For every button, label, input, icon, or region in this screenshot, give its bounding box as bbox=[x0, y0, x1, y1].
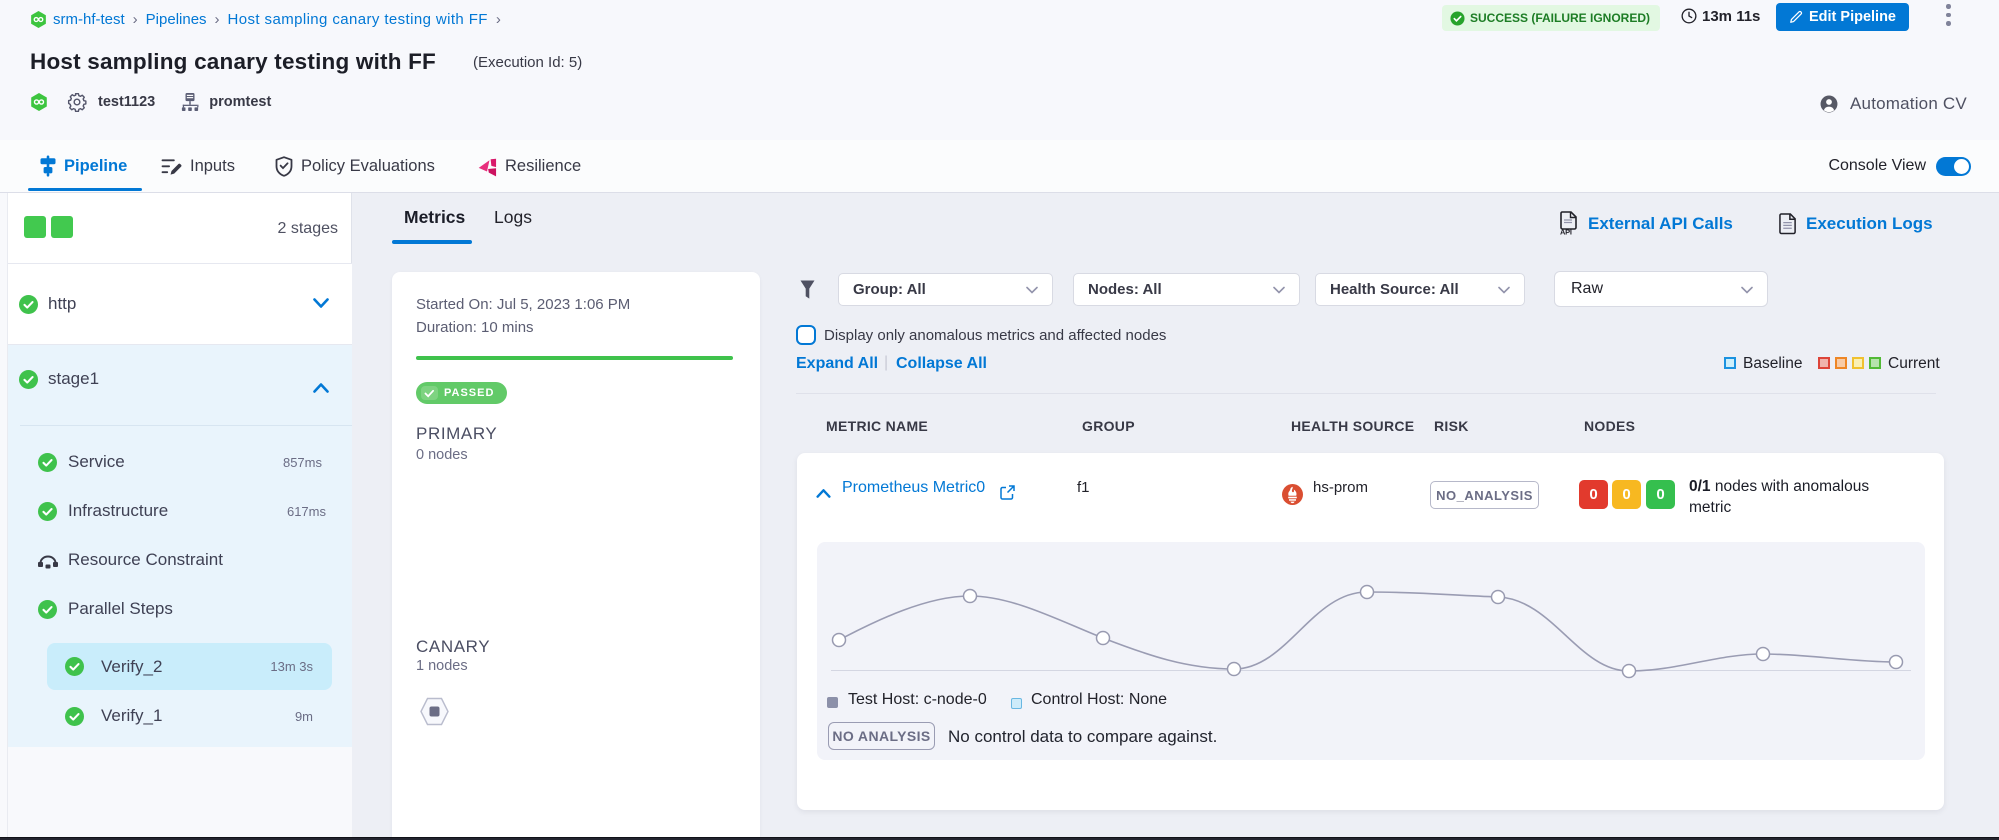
svg-text:API: API bbox=[1560, 228, 1572, 236]
